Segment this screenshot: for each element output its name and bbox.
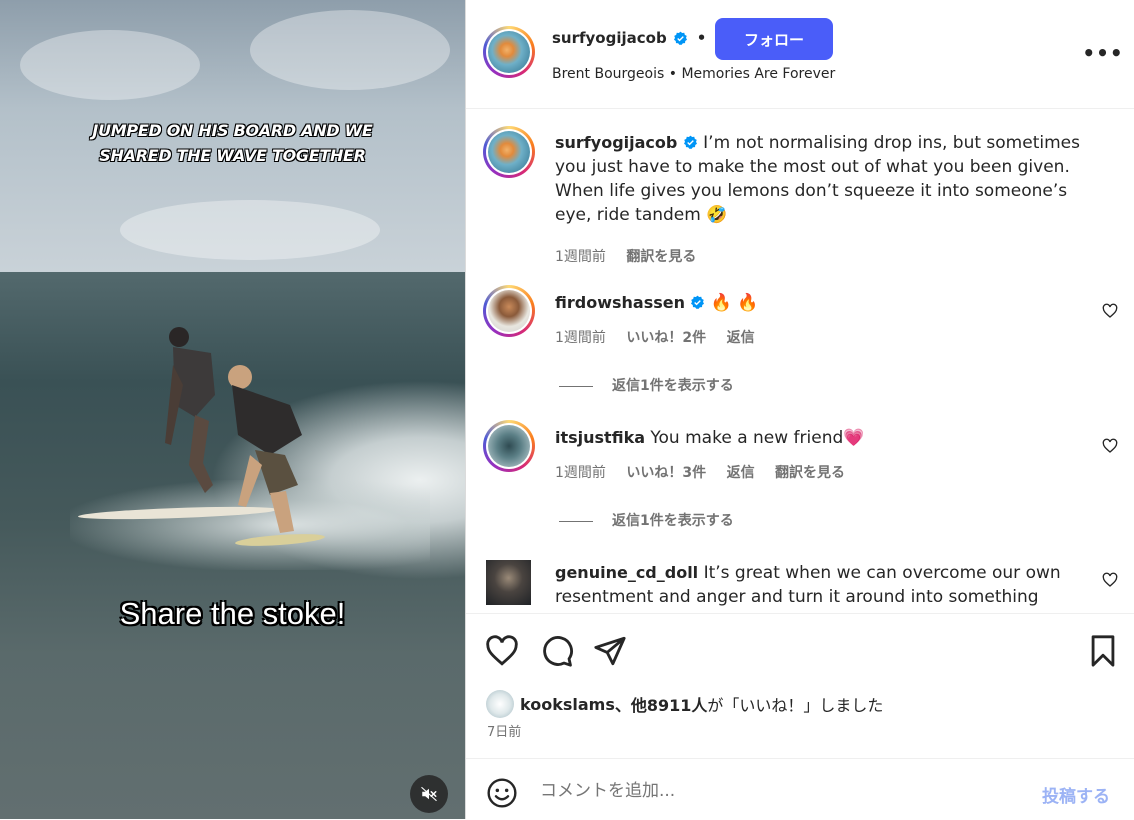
avatar-image <box>488 131 530 173</box>
other-likers-count[interactable]: 、他8911人 <box>615 692 708 716</box>
audio-subtitle[interactable]: Brent Bourgeois • Memories Are Forever <box>552 66 835 82</box>
comment-avatar[interactable] <box>486 560 531 605</box>
likes-summary[interactable]: kookslams 、他8911人 が「いいね！」しました <box>486 690 883 718</box>
action-bar <box>466 613 1134 759</box>
verified-badge-icon <box>683 135 697 149</box>
author-row: surfyogijacob • <box>552 29 706 47</box>
cloud <box>120 200 380 260</box>
more-options-button[interactable]: ••• <box>1082 38 1122 68</box>
likes-suffix: が「いいね！」しました <box>707 696 884 715</box>
author-avatar[interactable] <box>483 26 535 78</box>
muted-speaker-icon <box>421 786 437 802</box>
comment-text-block: firdowshassen 🔥 🔥 <box>555 291 1095 315</box>
post-header: surfyogijacob • フォロー Brent Bourgeois • M… <box>466 0 1134 109</box>
view-replies-label: 返信1件を表示する <box>612 378 734 394</box>
cloud <box>250 10 450 90</box>
comment-like-count[interactable]: いいね！2件 <box>626 330 706 346</box>
comment-input[interactable] <box>540 781 1020 801</box>
comment-avatar[interactable] <box>483 285 535 337</box>
comment-meta: 1週間前 いいね！3件 返信 翻訳を見る <box>555 462 845 482</box>
comment-bubble-icon[interactable] <box>540 634 574 668</box>
comment-text-block: itsjustfika You make a new friend💗 <box>555 426 1095 450</box>
translate-button[interactable]: 翻訳を見る <box>626 249 696 265</box>
liker-avatar[interactable] <box>486 690 514 718</box>
comment-avatar[interactable] <box>483 420 535 472</box>
comment-time[interactable]: 1週間前 <box>555 465 606 481</box>
like-comment-heart-icon[interactable] <box>1102 438 1118 454</box>
mute-button[interactable] <box>410 775 448 813</box>
surfer-figure <box>228 365 302 533</box>
caption-meta: 1週間前 翻訳を見る <box>555 246 696 266</box>
replies-divider <box>559 520 593 522</box>
author-username[interactable]: surfyogijacob <box>552 29 667 47</box>
verified-badge-icon <box>673 31 687 45</box>
avatar-image <box>486 560 531 605</box>
avatar-image <box>488 31 530 73</box>
caption-avatar[interactable] <box>483 126 535 178</box>
like-heart-icon[interactable] <box>485 634 519 668</box>
like-comment-heart-icon[interactable] <box>1102 303 1118 319</box>
follow-button[interactable]: フォロー <box>715 18 833 60</box>
comment-username[interactable]: genuine_cd_doll <box>555 563 698 582</box>
more-icon: ••• <box>1082 41 1124 65</box>
comment-text: 🔥 🔥 <box>710 293 759 313</box>
cloud <box>20 30 200 100</box>
share-paper-plane-icon[interactable] <box>593 634 627 668</box>
comment-text: You make a new friend💗 <box>650 428 865 448</box>
avatar-image <box>488 425 530 467</box>
comment-username[interactable]: firdowshassen <box>555 293 685 312</box>
avatar-image <box>488 290 530 332</box>
caption-time[interactable]: 1週間前 <box>555 249 606 265</box>
save-bookmark-icon[interactable] <box>1086 634 1120 668</box>
separator-dot: • <box>696 29 707 47</box>
comment-like-count[interactable]: いいね！3件 <box>626 465 706 481</box>
verified-badge-icon <box>691 295 705 309</box>
caption-text-block: surfyogijacob I’m not normalising drop i… <box>555 131 1095 227</box>
post-media-video[interactable]: JUMPED ON HIS BOARD AND WE SHARED THE WA… <box>0 0 465 819</box>
replies-divider <box>559 385 593 387</box>
comment-time[interactable]: 1週間前 <box>555 330 606 346</box>
reply-button[interactable]: 返信 <box>727 465 755 481</box>
comment-meta: 1週間前 いいね！2件 返信 <box>555 327 755 347</box>
view-replies-button[interactable]: 返信1件を表示する <box>559 375 734 395</box>
view-replies-label: 返信1件を表示する <box>612 513 734 529</box>
liker-username[interactable]: kookslams <box>520 695 615 714</box>
emoji-smiley-icon[interactable] <box>486 777 518 809</box>
post-detail-panel: surfyogijacob • フォロー Brent Bourgeois • M… <box>465 0 1134 819</box>
like-comment-heart-icon[interactable] <box>1102 572 1118 588</box>
comment-composer: 投稿する <box>466 758 1134 820</box>
comment-username[interactable]: itsjustfika <box>555 428 645 447</box>
video-overlay-text: JUMPED ON HIS BOARD AND WE SHARED THE WA… <box>92 121 373 165</box>
translate-button[interactable]: 翻訳を見る <box>775 465 845 481</box>
view-replies-button[interactable]: 返信1件を表示する <box>559 510 734 530</box>
comments-list[interactable]: surfyogijacob I’m not normalising drop i… <box>466 108 1134 613</box>
comment-text-block: genuine_cd_doll It’s great when we can o… <box>555 561 1095 609</box>
post-date[interactable]: 7日前 <box>487 721 521 740</box>
reply-button[interactable]: 返信 <box>727 330 755 346</box>
post-comment-button[interactable]: 投稿する <box>1042 782 1110 807</box>
caption-username[interactable]: surfyogijacob <box>555 133 677 152</box>
video-caption-text: Share the stoke! <box>119 596 346 631</box>
